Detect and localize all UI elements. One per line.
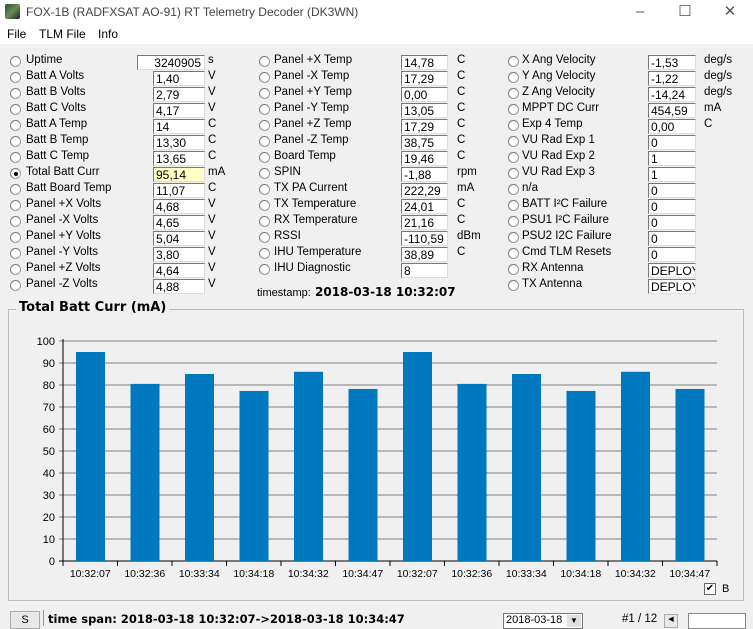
x-tick-label: 10:32:36 — [451, 568, 492, 580]
date-value: 2018-03-18 — [506, 614, 563, 626]
y-tick-label: 70 — [43, 402, 55, 414]
x-tick-label: 10:33:34 — [506, 568, 547, 580]
bar — [348, 388, 378, 561]
bar — [239, 390, 269, 561]
bar — [621, 371, 650, 561]
y-tick-label: 10 — [43, 534, 55, 546]
bar — [512, 374, 541, 561]
date-select[interactable]: 2018-03-18 ▼ — [503, 613, 583, 629]
bar-chart: 0 10 20 30 40 50 60 70 80 90 100 10:32:07 10:32:36 10… — [37, 336, 718, 580]
x-tick-label: 10:34:32 — [288, 568, 329, 580]
y-tick-label: 100 — [37, 336, 55, 348]
x-tick-label: 10:34:32 — [615, 568, 656, 580]
y-tick-label: 20 — [43, 512, 55, 524]
x-tick-label: 10:34:47 — [669, 568, 710, 580]
bar — [76, 352, 105, 561]
x-tick-label: 10:33:34 — [179, 568, 220, 580]
divider — [43, 610, 44, 626]
y-tick-label: 80 — [43, 380, 55, 392]
bar — [294, 371, 323, 561]
x-tick-label: 10:32:07 — [70, 568, 111, 580]
y-tick-label: 40 — [43, 468, 55, 480]
x-tick-label: 10:32:36 — [124, 568, 165, 580]
y-tick-label: 0 — [49, 556, 55, 568]
s-button[interactable]: S — [10, 611, 40, 629]
x-tick-label: 10:34:18 — [560, 568, 601, 580]
checkbox-b-label: B — [722, 583, 730, 595]
y-tick-label: 90 — [43, 358, 55, 370]
y-tick-label: 50 — [43, 446, 55, 458]
y-tick-label: 30 — [43, 490, 55, 502]
time-span: time span: 2018-03-18 10:32:07->2018-03-… — [48, 612, 405, 626]
x-tick-label: 10:34:18 — [233, 568, 274, 580]
bar — [457, 383, 487, 561]
checkbox-b[interactable]: ✔ — [704, 583, 716, 595]
chevron-down-icon: ▼ — [567, 615, 581, 627]
x-tick-label: 10:32:07 — [397, 568, 438, 580]
bar — [566, 390, 596, 561]
bar — [403, 352, 432, 561]
y-tick-label: 60 — [43, 424, 55, 436]
record-input[interactable] — [688, 613, 746, 629]
bar — [675, 388, 705, 561]
bar — [130, 383, 160, 561]
record-counter: #1 / 12 — [622, 613, 658, 625]
x-tick-label: 10:34:47 — [342, 568, 383, 580]
bar — [185, 374, 214, 561]
